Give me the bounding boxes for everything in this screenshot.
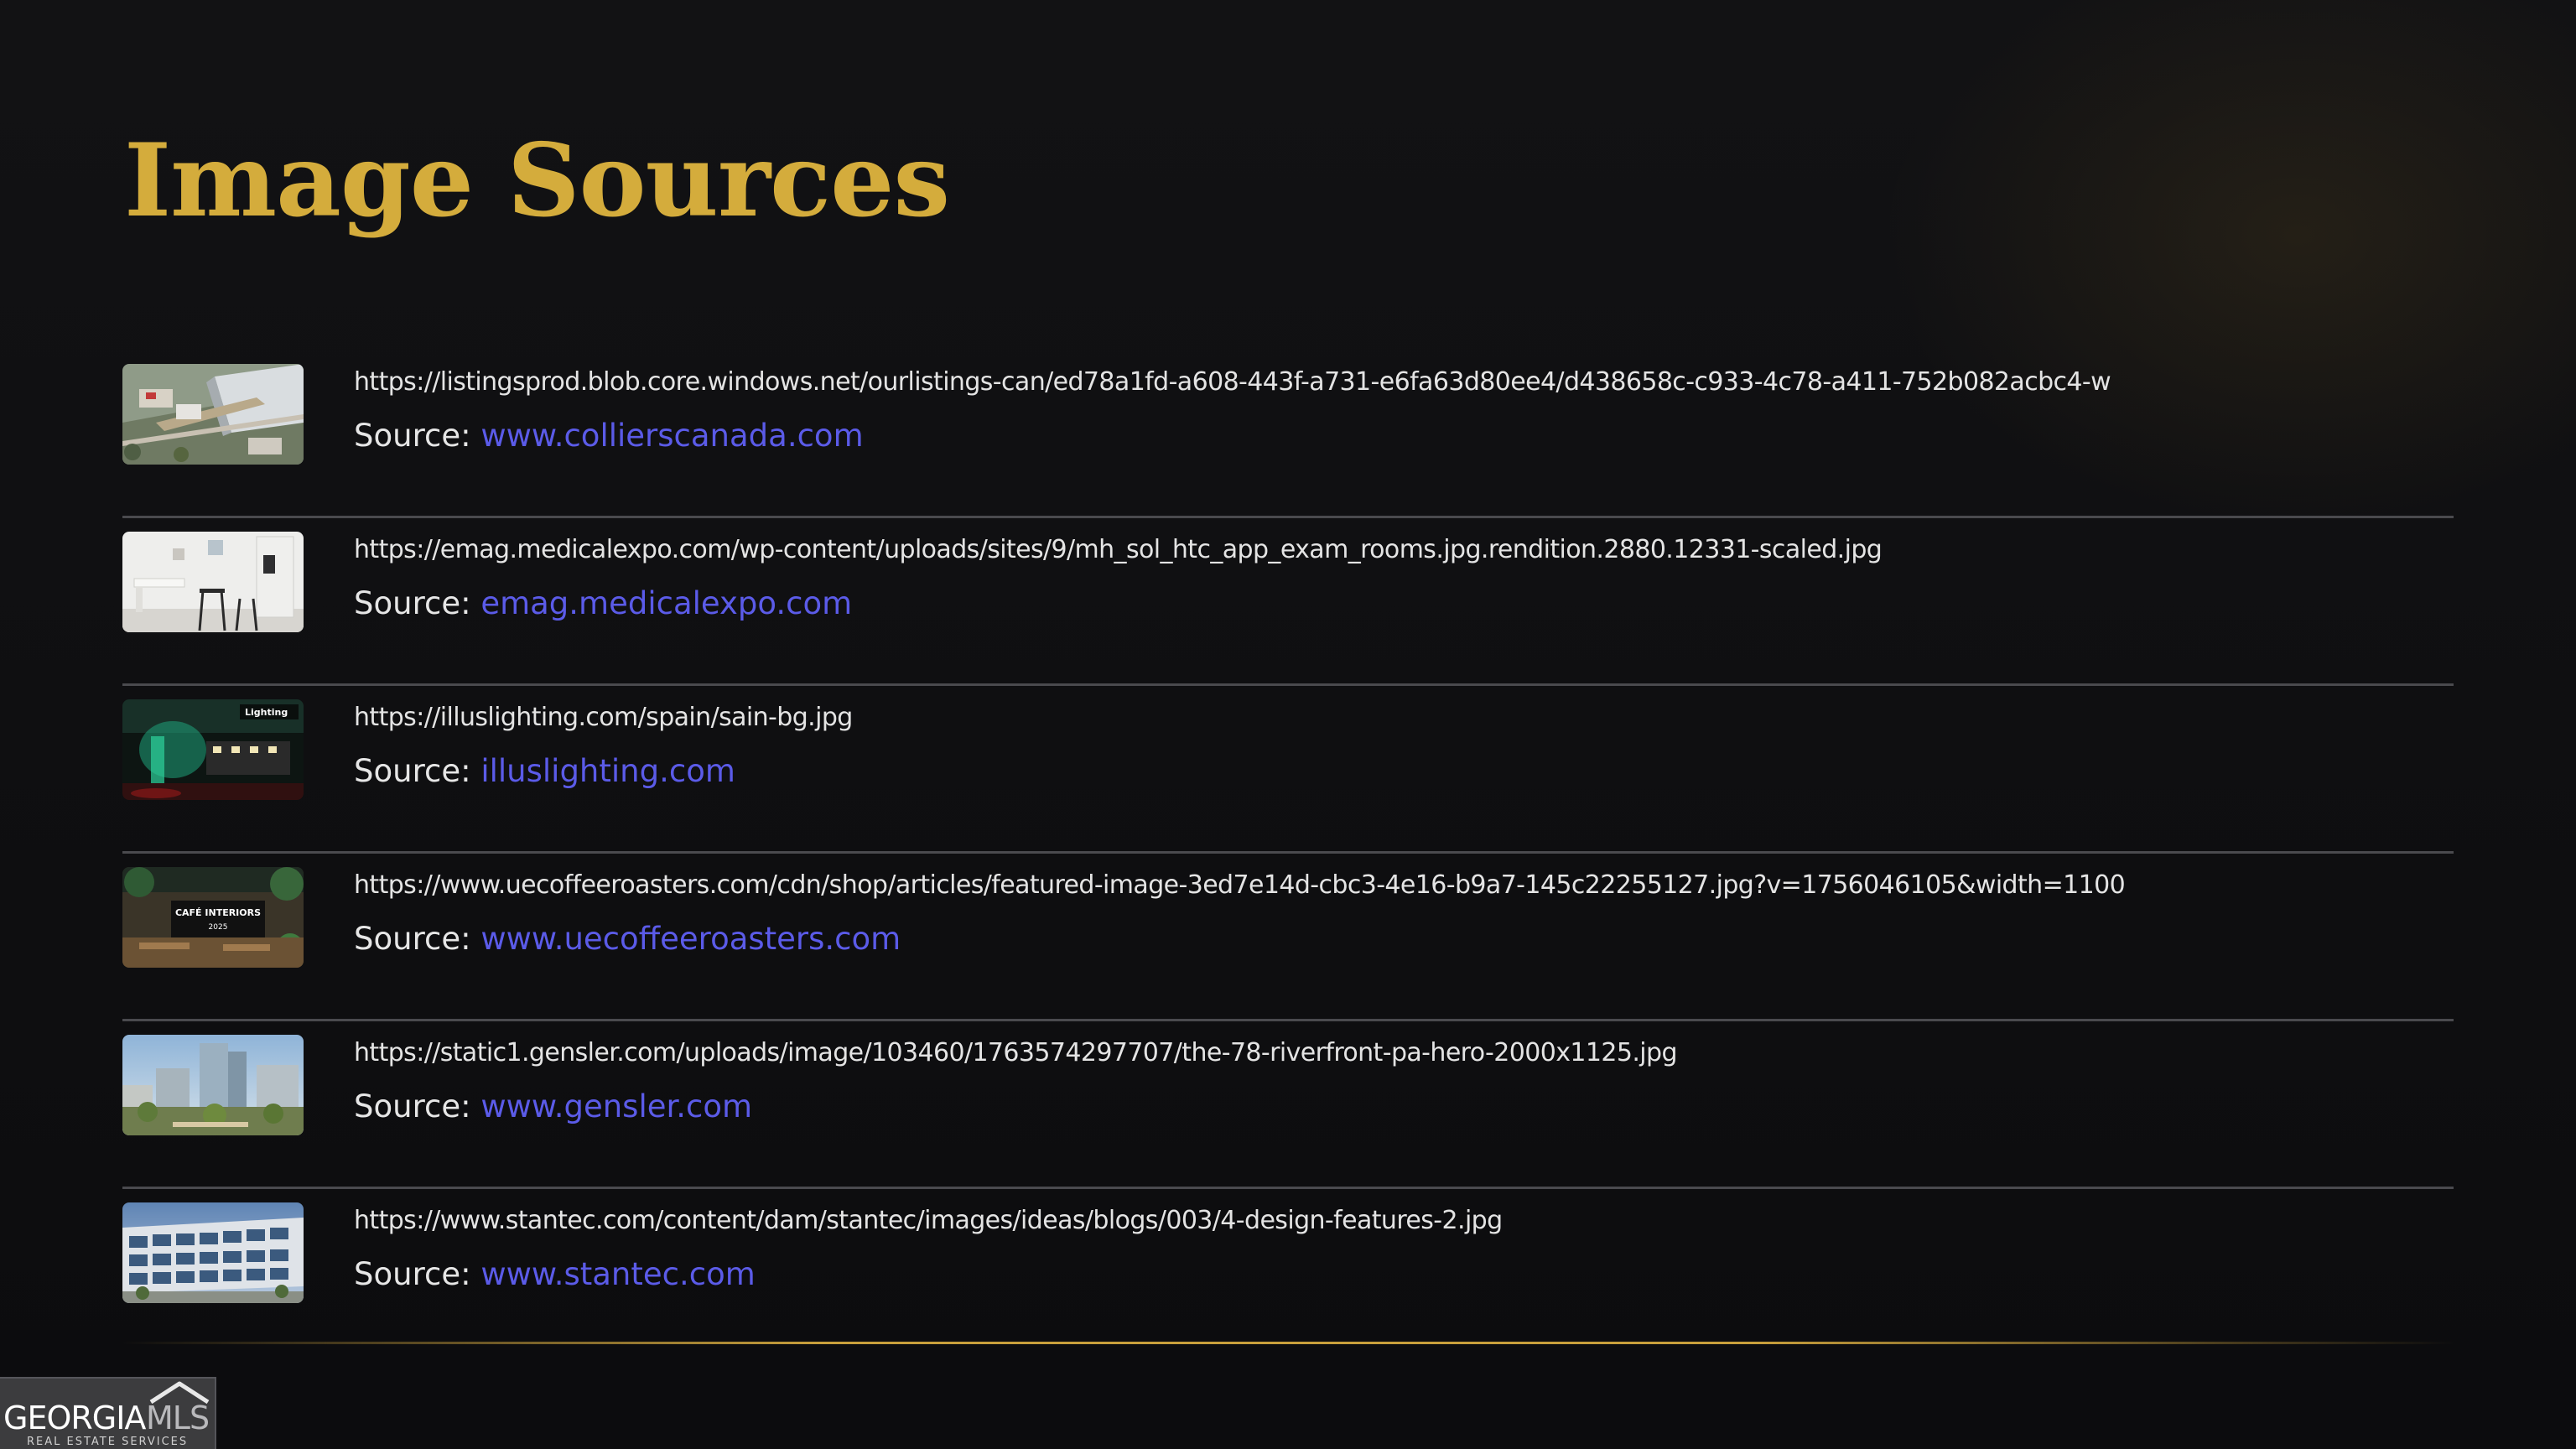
lighting-showroom-thumbnail: Lighting [122,699,304,800]
cafe-sign-text: CAFÉ INTERIORS [175,907,261,918]
list-item: https://listingsprod.blob.core.windows.n… [122,351,2454,518]
image-url: https://emag.medicalexpo.com/wp-content/… [354,535,1883,564]
logo-word-mls: MLS [146,1400,209,1436]
source-line: Source: emag.medicalexpo.com [354,585,852,621]
source-label: Source: [354,1256,481,1292]
source-line: Source: www.gensler.com [354,1088,752,1124]
list-item: https://www.stantec.com/content/dam/stan… [122,1189,2454,1354]
list-item: CAFÉ INTERIORS 2025 https://www.uecoffee… [122,854,2454,1021]
source-link[interactable]: www.collierscanada.com [480,418,863,454]
slide: Image Sources https://listingsprod.blob.… [0,0,2576,1449]
image-url: https://listingsprod.blob.core.windows.n… [354,367,2111,397]
list-item: Lighting https://illuslighting.com/spain… [122,686,2454,854]
source-label: Source: [354,585,481,621]
source-label: Source: [354,1088,481,1124]
georgia-mls-logo: GEORGIA MLS REAL ESTATE SERVICES [0,1377,216,1449]
source-label: Source: [354,753,481,789]
source-line: Source: www.stantec.com [354,1256,756,1292]
riverfront-building-thumbnail [122,1035,304,1135]
cafe-interior-thumbnail: CAFÉ INTERIORS 2025 [122,867,304,968]
exam-room-thumbnail [122,532,304,632]
office-building-thumbnail [122,1202,304,1303]
gold-divider [122,1342,2454,1344]
aerial-industrial-thumbnail [122,364,304,465]
source-label: Source: [354,418,481,454]
logo-tagline: REAL ESTATE SERVICES [27,1436,188,1448]
cafe-sign-year: 2025 [209,923,228,932]
image-url: https://static1.gensler.com/uploads/imag… [354,1038,1677,1067]
lighting-sign-text: Lighting [245,707,288,718]
source-line: Source: illuslighting.com [354,753,735,789]
source-link[interactable]: www.gensler.com [480,1088,752,1124]
logo-word-georgia: GEORGIA [3,1400,146,1436]
image-url: https://illuslighting.com/spain/sain-bg.… [354,703,853,732]
source-line: Source: www.collierscanada.com [354,418,864,454]
source-link[interactable]: www.stantec.com [480,1256,755,1292]
source-link[interactable]: www.uecoffeeroasters.com [480,921,901,957]
list-item: https://emag.medicalexpo.com/wp-content/… [122,518,2454,686]
image-url: https://www.stantec.com/content/dam/stan… [354,1206,1503,1235]
source-line: Source: www.uecoffeeroasters.com [354,921,901,957]
page-title: Image Sources [124,122,950,240]
image-url: https://www.uecoffeeroasters.com/cdn/sho… [354,870,2126,900]
source-link[interactable]: emag.medicalexpo.com [480,585,852,621]
list-item: https://static1.gensler.com/uploads/imag… [122,1021,2454,1189]
source-label: Source: [354,921,481,957]
source-link[interactable]: illuslighting.com [480,753,735,789]
source-list: https://listingsprod.blob.core.windows.n… [122,351,2454,1354]
